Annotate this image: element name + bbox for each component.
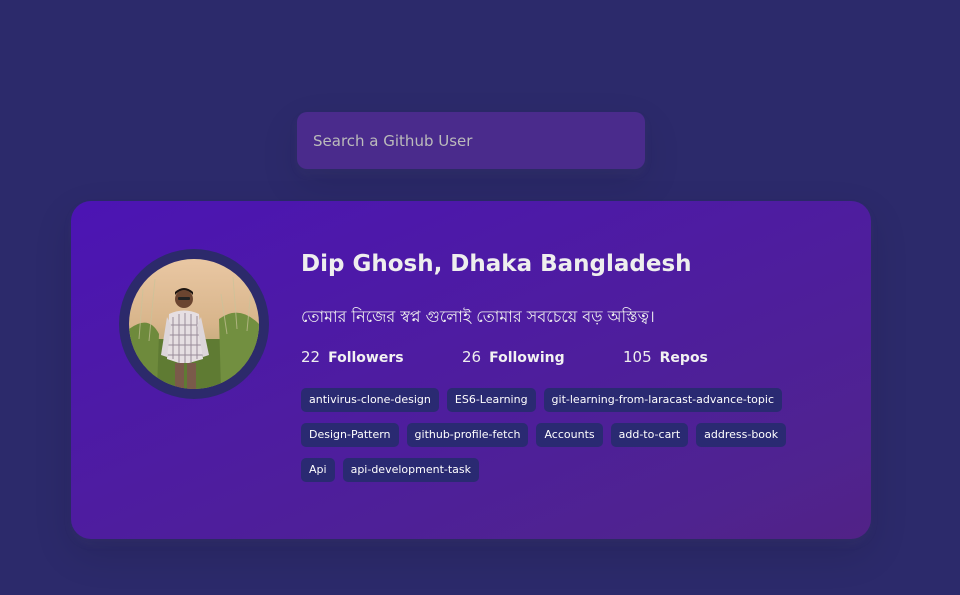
search-form: [297, 112, 645, 169]
repo-list: antivirus-clone-design ES6-Learning git-…: [301, 388, 831, 493]
repo-link[interactable]: git-learning-from-laracast-advance-topic: [543, 388, 783, 412]
repo-link[interactable]: Design-Pattern: [301, 423, 399, 447]
followers-count: 22: [301, 348, 321, 366]
following-label: Following: [489, 350, 565, 366]
repo-link[interactable]: api-development-task: [342, 458, 480, 482]
repo-link[interactable]: add-to-cart: [610, 423, 689, 447]
user-stats: 22 Followers 26 Following 105 Repos: [301, 348, 784, 366]
stat-repos: 105 Repos: [623, 348, 784, 366]
followers-label: Followers: [328, 350, 404, 366]
repo-link[interactable]: ES6-Learning: [446, 388, 536, 412]
stat-followers: 22 Followers: [301, 348, 462, 366]
repo-link[interactable]: antivirus-clone-design: [301, 388, 439, 412]
search-input[interactable]: [297, 112, 645, 169]
profile-card: Dip Ghosh, Dhaka Bangladesh তোমার নিজের …: [71, 201, 871, 539]
repo-link[interactable]: Accounts: [536, 423, 603, 447]
following-count: 26: [462, 348, 482, 366]
user-name: Dip Ghosh, Dhaka Bangladesh: [301, 251, 692, 277]
avatar-ring: [119, 249, 269, 399]
repos-count: 105: [623, 348, 652, 366]
stat-following: 26 Following: [462, 348, 623, 366]
repos-label: Repos: [659, 350, 708, 366]
avatar-photo-icon: [129, 259, 259, 389]
repo-link[interactable]: address-book: [696, 423, 787, 447]
repo-link[interactable]: Api: [301, 458, 335, 482]
avatar: [129, 259, 259, 389]
repo-link[interactable]: github-profile-fetch: [406, 423, 529, 447]
user-bio: তোমার নিজের স্বপ্ন গুলোই তোমার সবচেয়ে ব…: [301, 307, 655, 326]
